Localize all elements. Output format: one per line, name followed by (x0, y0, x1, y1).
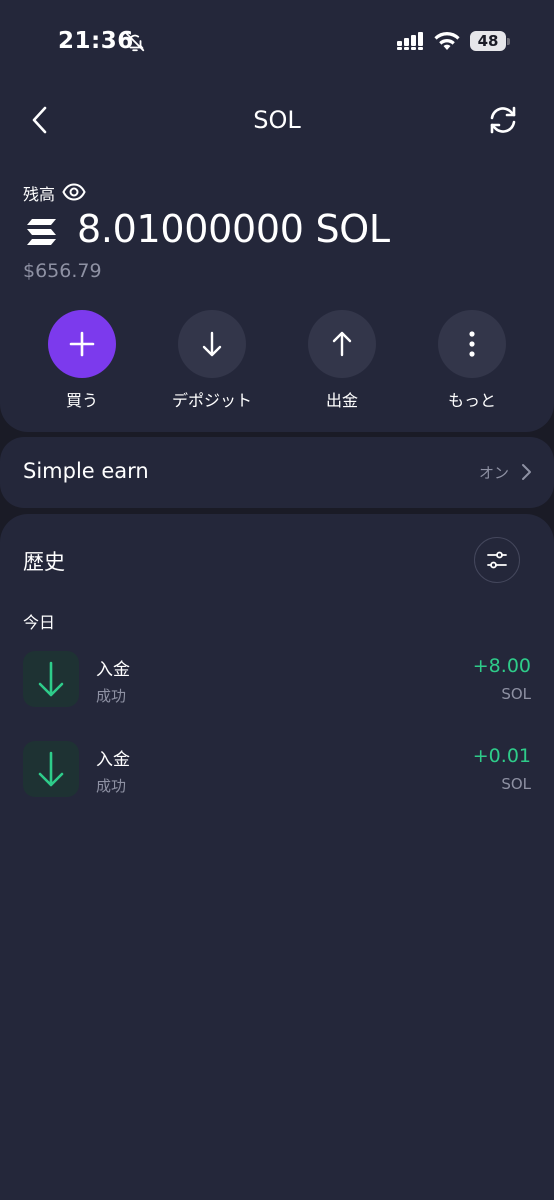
filter-button[interactable] (474, 537, 520, 583)
transaction-status: 成功 (96, 777, 127, 795)
deposit-button-circle[interactable] (178, 310, 246, 378)
status-bar: 21:36 48 (0, 0, 554, 84)
transaction-icon-box (23, 741, 79, 797)
deposit-button[interactable]: デポジット (152, 310, 272, 411)
bell-muted-icon (125, 32, 145, 52)
transaction-row[interactable]: 入金 成功 +0.01 SOL (0, 741, 554, 801)
simple-earn-row[interactable]: Simple earn オン (0, 437, 554, 508)
deposit-label: デポジット (171, 391, 252, 410)
balance-label: 残高 (23, 185, 56, 204)
transaction-status: 成功 (96, 687, 127, 705)
more-vertical-icon (469, 331, 475, 357)
arrow-up-icon (332, 331, 352, 357)
buy-button[interactable]: 買う (22, 310, 142, 411)
withdraw-button[interactable]: 出金 (282, 310, 402, 411)
transaction-amount: +0.01 (472, 745, 531, 767)
arrow-down-icon (38, 661, 64, 697)
signal-icon (397, 32, 423, 50)
buy-button-circle[interactable] (48, 310, 116, 378)
arrow-down-icon (202, 331, 222, 357)
plus-icon (69, 331, 95, 357)
page-title: SOL (253, 106, 301, 134)
transaction-title: 入金 (96, 660, 130, 680)
battery-indicator: 48 (470, 31, 506, 51)
more-button-circle[interactable] (438, 310, 506, 378)
withdraw-button-circle[interactable] (308, 310, 376, 378)
day-label: 今日 (23, 613, 56, 632)
refresh-icon[interactable] (486, 103, 520, 137)
solana-logo-icon (27, 219, 56, 245)
transaction-amount: +8.00 (472, 655, 531, 677)
more-label: もっと (447, 391, 496, 410)
transaction-unit: SOL (501, 685, 531, 703)
sliders-icon (487, 551, 507, 569)
simple-earn-title: Simple earn (23, 459, 149, 483)
battery-tip (507, 38, 510, 45)
chevron-right-icon (522, 464, 531, 480)
arrow-down-icon (38, 751, 64, 787)
more-button[interactable]: もっと (412, 310, 532, 411)
transaction-row[interactable]: 入金 成功 +8.00 SOL (0, 651, 554, 711)
eye-icon[interactable] (62, 181, 86, 203)
withdraw-label: 出金 (325, 391, 358, 410)
simple-earn-status: オン (478, 464, 509, 482)
transaction-icon-box (23, 651, 79, 707)
history-card: 歴史 今日 入金 成功 +8.00 SOL 入金 成功 +0.01 SOL (0, 514, 554, 1200)
balance-fiat-value: $656.79 (23, 260, 102, 282)
transaction-unit: SOL (501, 775, 531, 793)
status-time: 21:36 (58, 28, 134, 54)
balance-amount: 8.01000000 SOL (77, 207, 390, 251)
history-title: 歴史 (23, 550, 65, 574)
buy-label: 買う (65, 391, 98, 410)
wifi-icon (434, 32, 460, 50)
transaction-title: 入金 (96, 750, 130, 770)
